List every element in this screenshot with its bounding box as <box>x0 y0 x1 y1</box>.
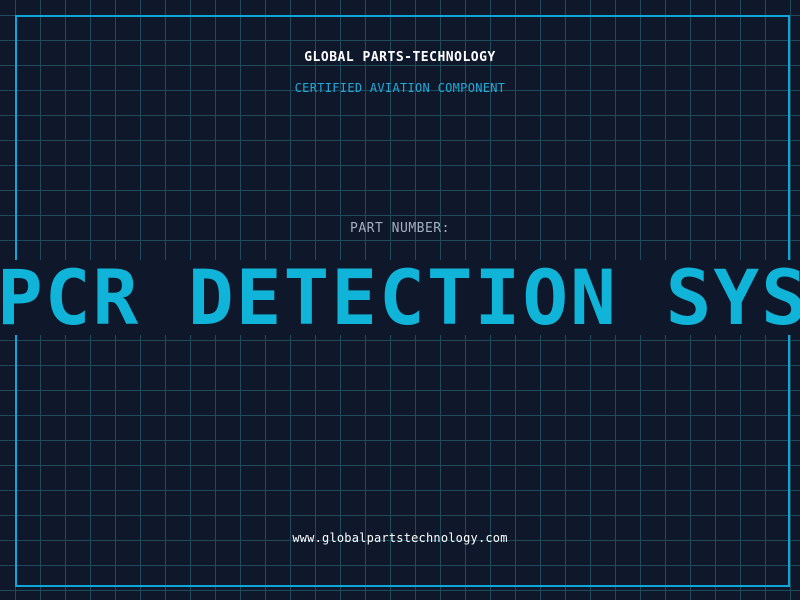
part-number-band: PCR DETECTION SYST <box>0 260 800 335</box>
website-url[interactable]: www.globalpartstechnology.com <box>0 531 800 545</box>
certificate-page: GLOBAL PARTS-TECHNOLOGY CERTIFIED AVIATI… <box>0 0 800 600</box>
part-number-label: PART NUMBER: <box>350 221 450 236</box>
brand-subtitle: CERTIFIED AVIATION COMPONENT <box>294 81 506 95</box>
brand-title: GLOBAL PARTS-TECHNOLOGY <box>304 50 496 65</box>
part-number-value: PCR DETECTION SYST <box>0 260 800 335</box>
